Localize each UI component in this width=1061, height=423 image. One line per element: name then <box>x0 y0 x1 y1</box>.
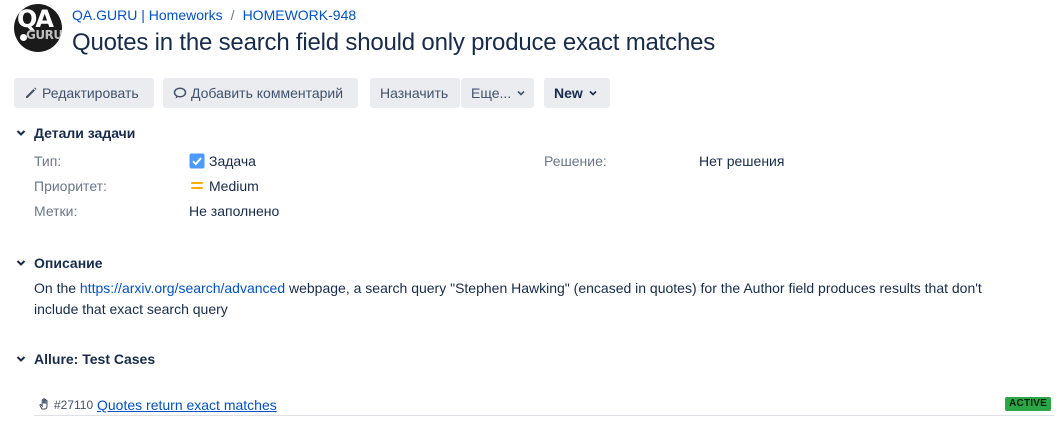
resolution-value: Нет решения <box>699 153 785 169</box>
pencil-icon <box>26 87 37 98</box>
description-text-before: On the <box>34 280 80 296</box>
description-section-toggle[interactable]: Описание <box>14 254 103 272</box>
details-section-toggle[interactable]: Детали задачи <box>14 124 135 142</box>
checkbox-icon <box>189 153 205 169</box>
hand-icon <box>39 398 48 410</box>
test-case-link[interactable]: Quotes return exact matches <box>97 396 277 414</box>
breadcrumb-issue-key-link[interactable]: HOMEWORK-948 <box>243 7 357 23</box>
add-comment-button[interactable]: Добавить комментарий <box>163 78 358 108</box>
description-link[interactable]: https://arxiv.org/search/advanced <box>80 280 285 296</box>
project-avatar[interactable]: QA GURU <box>14 4 62 52</box>
test-case-row: #27110 Quotes return exact matches ACTIV… <box>34 394 1054 416</box>
description-body[interactable]: On the https://arxiv.org/search/advanced… <box>34 278 1024 320</box>
breadcrumb-separator: / <box>230 7 235 23</box>
issue-title[interactable]: Quotes in the search field should only p… <box>72 28 715 58</box>
chevron-down-icon <box>517 90 525 96</box>
breadcrumb: QA.GURU | Homeworks / HOMEWORK-948 <box>72 6 356 24</box>
status-badge: ACTIVE <box>1005 397 1051 411</box>
status-button[interactable]: New <box>544 78 610 108</box>
assign-button-label: Назначить <box>380 85 449 101</box>
type-value-text: Задача <box>209 153 256 169</box>
speech-bubble-icon <box>173 87 187 99</box>
type-value: Задача <box>189 152 256 170</box>
chevron-down-icon <box>589 90 597 96</box>
more-actions-button-label: Еще... <box>471 85 512 101</box>
details-heading: Детали задачи <box>34 125 136 141</box>
priority-value-text: Medium <box>209 178 259 194</box>
allure-heading: Allure: Test Cases <box>34 351 156 367</box>
edit-button[interactable]: Редактировать <box>14 78 154 108</box>
chevron-down-icon <box>16 260 26 266</box>
priority-medium-icon <box>191 182 203 189</box>
breadcrumb-project-link[interactable]: QA.GURU | Homeworks <box>72 7 223 23</box>
edit-button-label: Редактировать <box>42 85 139 101</box>
allure-section-toggle[interactable]: Allure: Test Cases <box>14 350 155 368</box>
assign-button[interactable]: Назначить <box>370 78 460 108</box>
chevron-down-icon <box>16 130 26 136</box>
status-button-label: New <box>554 85 583 101</box>
description-heading: Описание <box>34 255 103 271</box>
test-case-id: #27110 <box>54 398 94 412</box>
chevron-down-icon <box>16 356 26 362</box>
logo-text-guru: GURU <box>26 28 62 42</box>
resolution-label: Решение: <box>544 153 607 169</box>
labels-label: Метки: <box>34 203 78 219</box>
issue-header: QA GURU QA.GURU | Homeworks / HOMEWORK-948… <box>14 4 1054 60</box>
priority-label: Приоритет: <box>34 178 107 194</box>
type-label: Тип: <box>34 153 62 169</box>
more-actions-button[interactable]: Еще... <box>461 78 534 108</box>
add-comment-button-label: Добавить комментарий <box>191 85 344 101</box>
priority-value: Medium <box>189 177 259 195</box>
labels-value[interactable]: Не заполнено <box>189 202 279 220</box>
